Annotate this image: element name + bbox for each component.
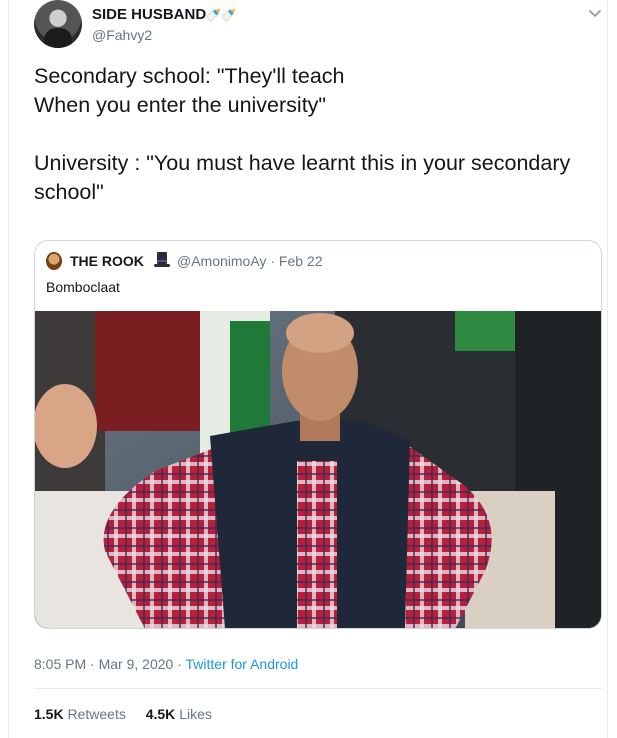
quoted-separator: · (270, 253, 275, 269)
tweet-stats: 1.5K Retweets 4.5K Likes (34, 706, 212, 722)
quoted-media-image[interactable] (35, 311, 601, 628)
chevron-down-icon[interactable] (587, 6, 603, 22)
author-handle[interactable]: @Fahvy2 (92, 27, 152, 43)
retweets-label: Retweets (67, 706, 126, 722)
author-name[interactable]: SIDE HUSBAND🍼🍼 (92, 6, 236, 23)
quoted-text: Bomboclaat (46, 279, 120, 295)
tweet-text: Secondary school: "They'll teach When yo… (34, 64, 571, 204)
author-name-text[interactable]: SIDE HUSBAND (92, 6, 206, 23)
author-badges: 🍼🍼 (206, 8, 237, 22)
photo-illustration (35, 311, 601, 628)
quoted-date[interactable]: Feb 22 (279, 253, 323, 269)
meta-separator-2: · (177, 656, 182, 672)
likes-label: Likes (179, 706, 212, 722)
tweet-meta: 8:05 PM · Mar 9, 2020 · Twitter for Andr… (34, 656, 298, 672)
like-count: 4.5K (145, 706, 176, 722)
quoted-author-avatar[interactable] (46, 252, 62, 270)
quoted-handle[interactable]: @AmonimoAy (177, 253, 266, 269)
retweets-stat[interactable]: 1.5K Retweets (34, 706, 126, 722)
retweet-count: 1.5K (34, 706, 64, 722)
quoted-handle-and-date[interactable]: @AmonimoAy · Feb 22 (177, 253, 322, 269)
quoted-author-name[interactable]: THE ROOK (70, 253, 144, 269)
tweet-source-link[interactable]: Twitter for Android (186, 656, 299, 672)
tweet-card: SIDE HUSBAND🍼🍼 @Fahvy2 Secondary school:… (8, 0, 608, 738)
top-hat-icon (154, 252, 170, 267)
meta-separator-1: · (90, 656, 95, 672)
tweet-date[interactable]: Mar 9, 2020 (99, 656, 174, 672)
quoted-tweet[interactable]: THE ROOK @AmonimoAy · Feb 22 Bomboclaat (34, 240, 602, 629)
tweet-time[interactable]: 8:05 PM (34, 656, 86, 672)
likes-stat[interactable]: 4.5K Likes (146, 706, 212, 722)
divider (34, 688, 602, 689)
author-avatar[interactable] (34, 0, 82, 48)
